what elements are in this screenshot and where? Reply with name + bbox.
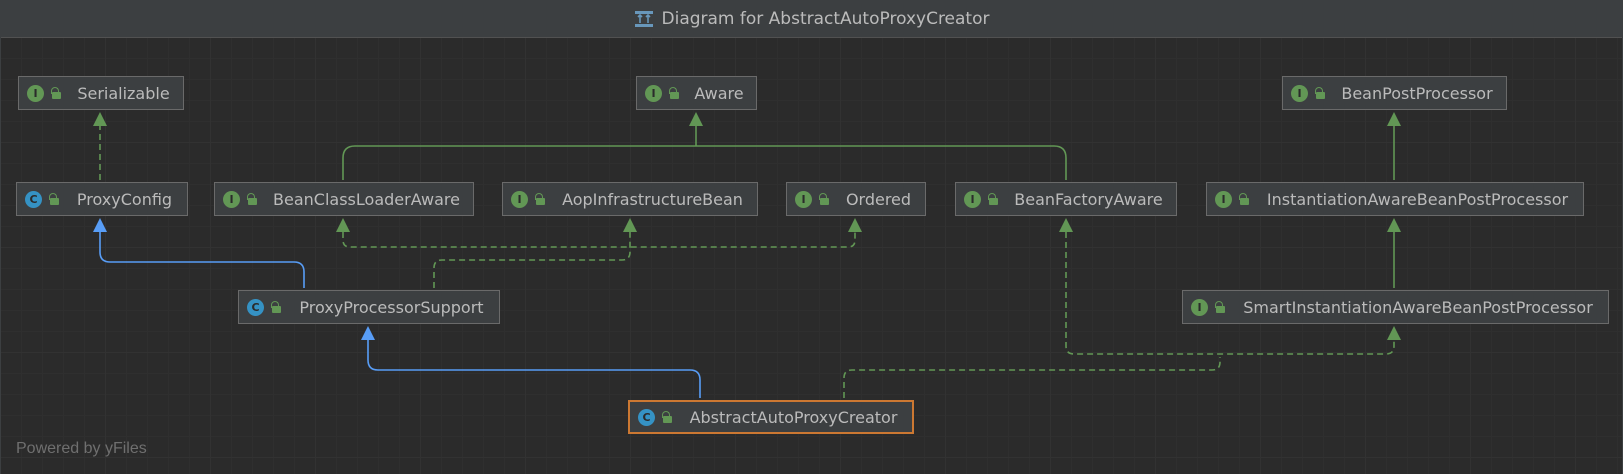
node-label: Aware bbox=[694, 83, 744, 103]
powered-by-label: Powered by yFiles bbox=[16, 440, 147, 457]
node-label: InstantiationAwareBeanPostProcessor bbox=[1266, 189, 1569, 209]
node-label: AbstractAutoProxyCreator bbox=[689, 407, 898, 427]
node-bean-post-processor[interactable]: I BeanPostProcessor bbox=[1282, 76, 1507, 110]
interface-badge-icon: I bbox=[1215, 190, 1232, 208]
interface-badge-icon: I bbox=[1291, 84, 1308, 102]
node-label: AopInfrastructureBean bbox=[562, 189, 743, 209]
lock-icon bbox=[1314, 87, 1326, 99]
lock-icon bbox=[661, 411, 673, 423]
node-proxy-config[interactable]: C ProxyConfig bbox=[16, 182, 188, 216]
diagram-icon bbox=[634, 11, 653, 27]
interface-badge-icon: I bbox=[645, 84, 662, 102]
window-title: Diagram for AbstractAutoProxyCreator bbox=[661, 9, 990, 29]
node-label: BeanClassLoaderAware bbox=[273, 189, 460, 209]
node-label: SmartInstantiationAwareBeanPostProcessor bbox=[1243, 297, 1593, 317]
class-badge-icon: C bbox=[638, 408, 655, 426]
lock-icon bbox=[1238, 193, 1250, 205]
class-badge-icon: C bbox=[247, 298, 264, 316]
lock-icon bbox=[48, 193, 60, 205]
interface-badge-icon: I bbox=[795, 190, 812, 208]
node-instantiation-aware-bean-post-processor[interactable]: I InstantiationAwareBeanPostProcessor bbox=[1206, 182, 1584, 216]
node-label: ProxyProcessorSupport bbox=[299, 297, 484, 317]
node-label: ProxyConfig bbox=[76, 189, 173, 209]
node-label: BeanPostProcessor bbox=[1341, 83, 1493, 103]
node-serializable[interactable]: I Serializable bbox=[18, 76, 184, 110]
node-smart-instantiation-aware-bean-post-processor[interactable]: I SmartInstantiationAwareBeanPostProcess… bbox=[1182, 290, 1609, 324]
node-bean-factory-aware[interactable]: I BeanFactoryAware bbox=[955, 182, 1177, 216]
lock-icon bbox=[668, 87, 680, 99]
title-bar: Diagram for AbstractAutoProxyCreator bbox=[1, 1, 1622, 38]
interface-badge-icon: I bbox=[1191, 298, 1208, 316]
interface-badge-icon: I bbox=[223, 190, 240, 208]
lock-icon bbox=[246, 193, 258, 205]
lock-icon bbox=[1214, 301, 1226, 313]
node-label: Serializable bbox=[77, 83, 170, 103]
interface-badge-icon: I bbox=[511, 190, 528, 208]
lock-icon bbox=[987, 193, 999, 205]
interface-badge-icon: I bbox=[964, 190, 981, 208]
node-aop-infrastructure-bean[interactable]: I AopInfrastructureBean bbox=[502, 182, 758, 216]
node-bean-class-loader-aware[interactable]: I BeanClassLoaderAware bbox=[214, 182, 474, 216]
node-abstract-auto-proxy-creator[interactable]: C AbstractAutoProxyCreator bbox=[628, 400, 914, 434]
lock-icon bbox=[50, 87, 62, 99]
class-badge-icon: C bbox=[25, 190, 42, 208]
lock-icon bbox=[270, 301, 282, 313]
interface-badge-icon: I bbox=[27, 84, 44, 102]
lock-icon bbox=[818, 193, 830, 205]
node-aware[interactable]: I Aware bbox=[636, 76, 757, 110]
node-label: Ordered bbox=[845, 189, 912, 209]
node-ordered[interactable]: I Ordered bbox=[786, 182, 926, 216]
lock-icon bbox=[534, 193, 546, 205]
node-label: BeanFactoryAware bbox=[1014, 189, 1163, 209]
node-proxy-processor-support[interactable]: C ProxyProcessorSupport bbox=[238, 290, 500, 324]
